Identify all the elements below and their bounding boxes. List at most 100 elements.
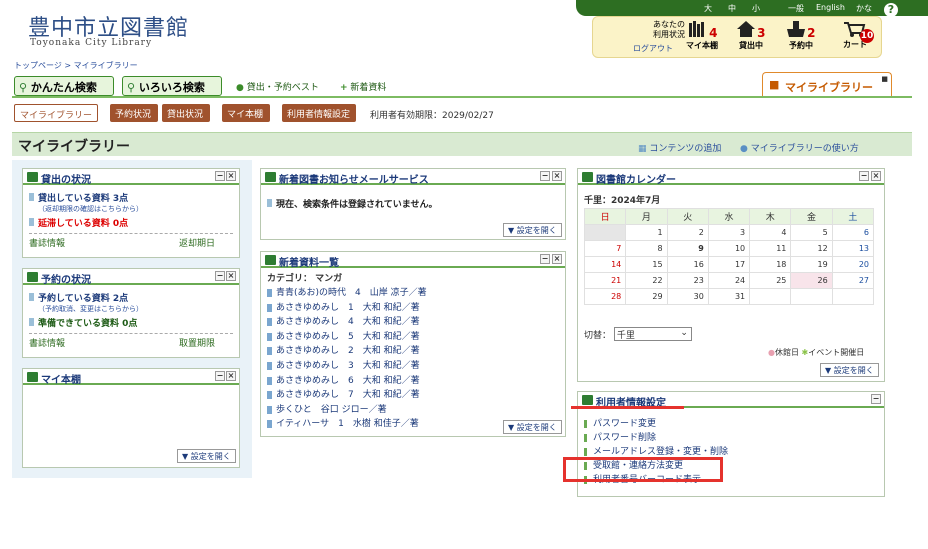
newbook-item[interactable]: 青青(あお)の時代 4 山岸 凉子／著 (267, 287, 559, 300)
tab-simple-search[interactable]: ⚲ かんたん検索 (14, 76, 114, 96)
subnav-myshelf[interactable]: マイ本棚 (222, 104, 270, 122)
myshelf-shortcut[interactable]: 4 マイ本棚 (679, 21, 725, 51)
main-title-bar: マイライブラリー ▦ コンテンツの追加 ● マイライブラリーの使い方 (12, 132, 912, 156)
calendar-day: 12 (790, 240, 833, 257)
newbook-item[interactable]: あさきゆめみし 6 大和 和紀／著 (267, 375, 559, 388)
branch-select[interactable]: 千里 ⌄ (613, 327, 692, 341)
mail-panel: 新着図書お知らせメールサービス − × 現在、検索条件は登録されていません。 ▼… (260, 168, 566, 240)
calendar-day: 6 (831, 224, 875, 241)
font-size-large[interactable]: 大 (704, 3, 712, 14)
minimize-icon[interactable]: − (215, 371, 225, 381)
tab-advanced-search-label: いろいろ検索 (138, 81, 205, 94)
lang-general[interactable]: 一般 (788, 3, 804, 14)
calendar-grid: 日月火水木金土 1 2 3 4 5 6 7 8 9 10 11 12 13 14 15 16 17 18 19 20 21… (583, 208, 875, 305)
howto-link[interactable]: ● マイライブラリーの使い方 (740, 141, 859, 154)
lending-foot-due: 返却期日 (179, 239, 216, 249)
lent-items-note: （返却期限の確認はこちらから） (38, 205, 143, 213)
newbook-item[interactable]: あさきゆめみし 4 大和 和紀／著 (267, 316, 559, 329)
reserved-items-link[interactable]: 予約している資料 2点 （予約取消、変更はこちらから） (29, 291, 233, 314)
calendar-day: 1 (625, 224, 668, 241)
newbooks-panel-header[interactable]: 新着資料一覧 − × (261, 252, 565, 269)
reserve-panel-header[interactable]: 予約の状況 − × (23, 269, 239, 286)
subnav-mylibrary[interactable]: マイライブラリー (14, 104, 98, 122)
lent-items-link[interactable]: 貸出している資料 3点 （返却期限の確認はこちらから） (29, 191, 233, 214)
mail-panel-header[interactable]: 新着図書お知らせメールサービス − × (261, 169, 565, 186)
close-icon[interactable]: × (552, 254, 562, 264)
house-icon (736, 21, 755, 37)
lending-panel-header[interactable]: 貸出の状況 − × (23, 169, 239, 186)
newbooks-settings-button[interactable]: ▼ 設定を開く (503, 420, 562, 434)
calendar-day: 21 (583, 272, 627, 289)
tab-mylibrary[interactable]: ■ マイライブラリー ■ (762, 72, 892, 96)
weekday-header: 土 (831, 208, 875, 225)
minimize-icon[interactable]: − (215, 271, 225, 281)
font-size-medium[interactable]: 中 (728, 3, 736, 14)
lang-kana[interactable]: かな (856, 3, 872, 14)
close-icon[interactable]: × (552, 171, 562, 181)
close-icon[interactable]: × (226, 371, 236, 381)
userinfo-link[interactable]: パスワード削除 (584, 432, 878, 444)
new-items-link[interactable]: + 新着資料 (340, 80, 386, 93)
cart-count-badge: 10 (860, 29, 874, 43)
close-icon[interactable]: × (226, 271, 236, 281)
best-link[interactable]: ● 貸出・予約ベスト (236, 80, 319, 93)
calendar-panel-header[interactable]: 図書館カレンダー − × (578, 169, 884, 186)
newbook-item[interactable]: あさきゆめみし 5 大和 和紀／著 (267, 331, 559, 344)
tab-advanced-search[interactable]: ⚲ いろいろ検索 (122, 76, 222, 96)
mail-settings-button[interactable]: ▼ 設定を開く (503, 223, 562, 237)
calendar-day: 13 (831, 240, 875, 257)
minimize-icon[interactable]: − (540, 171, 550, 181)
newbook-item[interactable]: あさきゆめみし 2 大和 和紀／著 (267, 345, 559, 358)
myshelf-settings-button[interactable]: ▼ 設定を開く (177, 449, 236, 463)
reserve-tray-icon (786, 21, 805, 37)
reserve-shortcut[interactable]: 2 予約中 (783, 21, 819, 51)
overdue-items-link[interactable]: 延滞している資料 0点 (29, 216, 233, 229)
calendar-day (790, 288, 833, 305)
calendar-day: 27 (831, 272, 875, 289)
minimize-icon[interactable]: − (215, 171, 225, 181)
subnav-lending-status[interactable]: 貸出状況 (162, 104, 210, 122)
calendar-day: 15 (625, 256, 668, 273)
newbook-item[interactable]: あさきゆめみし 3 大和 和紀／著 (267, 360, 559, 373)
calendar-day: 8 (625, 240, 668, 257)
search-icon: ⚲ (127, 81, 136, 94)
newbook-item[interactable]: あさきゆめみし 1 大和 和紀／著 (267, 302, 559, 315)
mail-icon (265, 172, 276, 182)
font-size-small[interactable]: 小 (752, 3, 760, 14)
tab-simple-search-label: かんたん検索 (30, 81, 97, 94)
lending-panel-title: 貸出の状況 (41, 175, 91, 186)
weekday-header: 火 (666, 208, 709, 225)
calendar-day: 5 (790, 224, 833, 241)
calendar-day: 29 (625, 288, 668, 305)
newbook-item[interactable]: あさきゆめみし 7 大和 和紀／著 (267, 389, 559, 402)
add-content-link[interactable]: ▦ コンテンツの追加 (638, 141, 721, 154)
ready-items-link[interactable]: 準備できている資料 0点 (29, 316, 233, 329)
tab-mylibrary-label: マイライブラリー (785, 81, 873, 94)
calendar-switch: 切替： 千里 ⌄ (584, 327, 692, 341)
close-icon[interactable]: × (871, 171, 881, 181)
userinfo-link[interactable]: パスワード変更 (584, 418, 878, 430)
lang-english[interactable]: English (816, 3, 845, 12)
breadcrumb[interactable]: トップページ > マイライブラリー (14, 60, 138, 71)
newbook-item[interactable]: 歩くひと 谷口 ジロー／著 (267, 404, 559, 417)
minimize-icon[interactable]: − (871, 394, 881, 404)
calendar-settings-button[interactable]: ▼ 設定を開く (820, 363, 879, 377)
lending-shortcut[interactable]: 3 貸出中 (733, 21, 769, 51)
branch-select-value: 千里 (616, 331, 635, 341)
ribbon-icon: ● (236, 83, 244, 93)
calendar-day: 2 (666, 224, 709, 241)
add-content-icon: ▦ (638, 144, 647, 154)
usage-status-link[interactable]: あなたの 利用状況 (625, 20, 685, 40)
minimize-icon[interactable]: − (859, 171, 869, 181)
new-items-link-label: 新着資料 (350, 83, 387, 93)
calendar-day: 11 (749, 240, 792, 257)
subnav-reserve-status[interactable]: 予約状況 (110, 104, 158, 122)
mail-message: 現在、検索条件は登録されていません。 (267, 197, 559, 210)
subnav-user-settings[interactable]: 利用者情報設定 (282, 104, 356, 122)
reserve-foot: 書誌情報 取置期限 (29, 333, 233, 349)
close-icon[interactable]: × (226, 171, 236, 181)
help-icon[interactable]: ? (884, 3, 898, 17)
myshelf-panel-header[interactable]: マイ本棚 − × (23, 369, 239, 386)
calendar-panel: 図書館カレンダー − × 千里：2024年7月 日月火水木金土123456789… (577, 168, 885, 382)
minimize-icon[interactable]: − (540, 254, 550, 264)
